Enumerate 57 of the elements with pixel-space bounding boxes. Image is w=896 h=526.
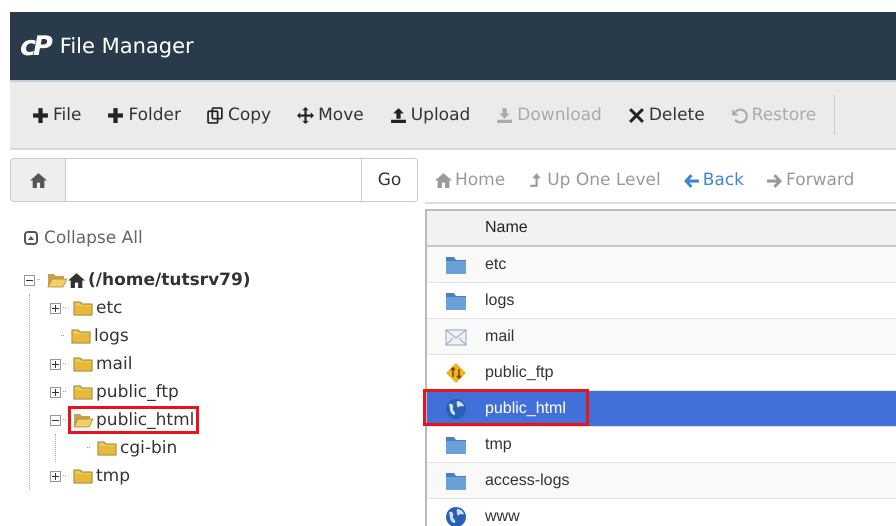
- folder-icon: [73, 468, 93, 484]
- plus-icon: [107, 106, 124, 124]
- tree-item[interactable]: (/home/tutsrv79): [44, 268, 254, 292]
- tree-item[interactable]: public_ftp: [70, 380, 182, 404]
- folder-icon: [445, 470, 467, 490]
- left-arrow-icon: [682, 172, 700, 188]
- download-icon: [496, 106, 514, 124]
- tree-item[interactable]: tmp: [70, 464, 134, 488]
- folder-icon: [445, 434, 467, 454]
- tree-item[interactable]: logs: [68, 324, 132, 348]
- toolbar-button[interactable]: Delete: [618, 99, 715, 131]
- tree-item[interactable]: etc: [70, 296, 126, 320]
- toolbar-button[interactable]: File: [22, 99, 92, 131]
- collapse-toggle[interactable]: [24, 274, 35, 286]
- folder-icon: [97, 440, 117, 456]
- close-icon: [628, 106, 645, 124]
- upload-icon: [390, 106, 407, 124]
- home-icon: [435, 172, 452, 188]
- home-icon: [68, 272, 85, 288]
- toolbar-button[interactable]: Copy: [197, 99, 282, 131]
- expand-toggle[interactable]: [50, 386, 61, 398]
- file-row[interactable]: etc: [427, 247, 896, 283]
- folder-icon: [73, 356, 93, 372]
- expand-toggle[interactable]: [50, 358, 61, 370]
- folder-icon: [71, 328, 91, 344]
- toolbar-button[interactable]: Folder: [97, 99, 191, 131]
- open-folder-icon: [47, 272, 67, 288]
- expand-toggle[interactable]: [50, 302, 61, 314]
- toolbar-button[interactable]: Upload: [380, 99, 480, 131]
- toolbar-button[interactable]: Move: [287, 99, 374, 131]
- folder-icon: [445, 290, 467, 310]
- move-icon: [297, 106, 314, 124]
- file-row[interactable]: access-logs: [427, 463, 896, 499]
- globe-icon: [445, 506, 467, 526]
- tree-item[interactable]: mail: [70, 352, 136, 376]
- folder-icon: [445, 254, 467, 274]
- globe-icon: [445, 398, 467, 420]
- collapse-icon: [24, 231, 38, 245]
- nav-link[interactable]: Back: [682, 170, 744, 190]
- app-title: File Manager: [60, 34, 194, 58]
- collapse-all-link[interactable]: Collapse All: [44, 228, 143, 248]
- folder-icon: [73, 300, 93, 316]
- open-folder-icon: [73, 412, 93, 428]
- plus-icon: [32, 106, 49, 124]
- collapse-toggle[interactable]: [50, 414, 61, 426]
- column-header[interactable]: Name: [485, 219, 528, 237]
- undo-icon: [730, 106, 748, 124]
- envelope-icon: [445, 326, 467, 346]
- transfer-icon: [445, 362, 467, 382]
- tree-item[interactable]: cgi-bin: [94, 436, 180, 460]
- tree-item[interactable]: public_html: [70, 408, 198, 432]
- copy-icon: [207, 106, 224, 124]
- right-arrow-icon: [766, 172, 784, 188]
- folder-icon: [73, 384, 93, 400]
- expand-toggle[interactable]: [50, 470, 61, 482]
- file-row[interactable]: mail: [427, 319, 896, 355]
- logo: cP: [20, 30, 50, 62]
